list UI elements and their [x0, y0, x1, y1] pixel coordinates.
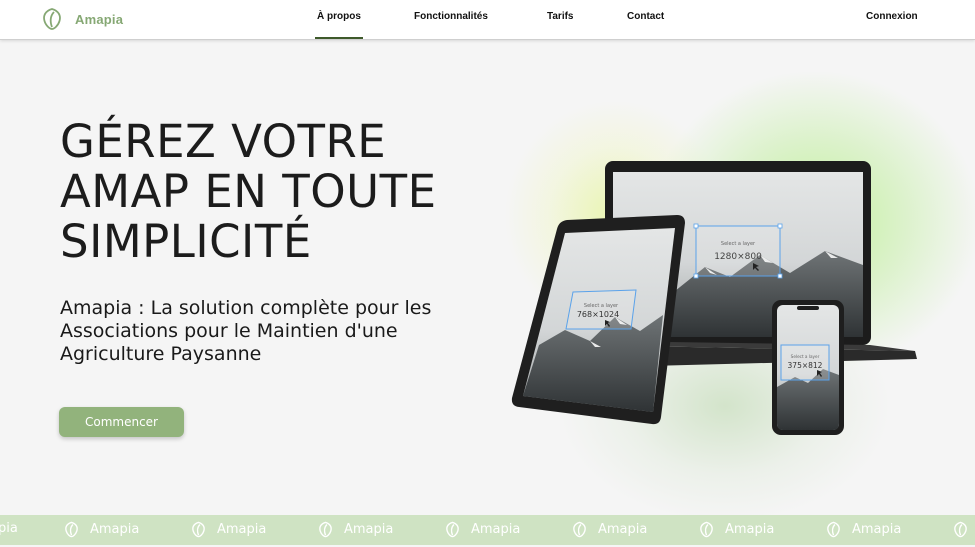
phone-mockup: Select a layer 375×812	[772, 300, 844, 435]
hero-subtitle-line: Agriculture Paysanne	[60, 343, 262, 365]
leaf-icon	[446, 521, 459, 538]
login-link[interactable]: Connexion	[866, 11, 918, 22]
nav-link-contact[interactable]: Contact	[627, 11, 664, 22]
leaf-icon	[954, 521, 967, 538]
hero-title-line: GÉREZ VOTRE	[60, 115, 387, 168]
marquee-label: Amapia	[471, 522, 521, 537]
marquee-label: Amapia	[852, 522, 902, 537]
marquee-item: Amapia	[571, 521, 647, 538]
marquee-item: Amapia	[825, 521, 901, 538]
devices-mockup: Select a layer 1280×800 Select a layer 7…	[511, 161, 917, 435]
marquee-item: pia	[0, 521, 18, 536]
laptop-layer-label: Select a layer	[721, 241, 756, 247]
marquee-label: Amapia	[90, 522, 140, 537]
hero-title: GÉREZ VOTRE AMAP EN TOUTE SIMPLICITÉ	[60, 117, 500, 267]
marquee-item: Amapia	[444, 521, 520, 538]
marquee-item: Amapia	[190, 521, 266, 538]
marquee-item: Amapia	[698, 521, 774, 538]
top-navbar: Amapia À propos Fonctionnalités Tarifs C…	[0, 0, 975, 40]
marquee-item: Amapia	[63, 521, 139, 538]
hero-subtitle-line: Associations pour le Maintien d'une	[60, 320, 398, 342]
marquee-label: Amapia	[725, 522, 775, 537]
marquee-label: Amapia	[598, 522, 648, 537]
nav-link-a-propos[interactable]: À propos	[315, 11, 363, 39]
hero-subtitle: Amapia : La solution complète pour les A…	[60, 297, 480, 366]
tablet-layer-label: Select a layer	[584, 303, 619, 309]
marquee-label: Amapia	[217, 522, 267, 537]
start-button[interactable]: Commencer	[59, 407, 184, 437]
brand-marquee: pia Amapia Amapia Amapia Amapia Amapia A…	[0, 515, 975, 545]
leaf-icon	[827, 521, 840, 538]
leaf-icon	[43, 8, 61, 30]
phone-size-label: 375×812	[788, 361, 823, 370]
phone-layer-label: Select a layer	[791, 354, 820, 359]
leaf-icon	[192, 521, 205, 538]
tablet-size-label: 768×1024	[577, 310, 619, 319]
nav-link-tarifs[interactable]: Tarifs	[547, 11, 574, 22]
marquee-label: Amapia	[344, 522, 394, 537]
nav-link-fonctionnalites[interactable]: Fonctionnalités	[414, 11, 488, 22]
brand-name: Amapia	[75, 11, 124, 27]
marquee-item: Amapia	[317, 521, 393, 538]
hero-title-line: AMAP EN TOUTE	[60, 165, 437, 218]
laptop-size-label: 1280×800	[714, 252, 762, 262]
marquee-label: pia	[0, 521, 18, 536]
tablet-mockup: Select a layer 768×1024	[511, 215, 685, 425]
leaf-icon	[573, 521, 586, 538]
hero-subtitle-line: Amapia : La solution complète pour les	[60, 297, 432, 319]
leaf-icon	[700, 521, 713, 538]
leaf-icon	[65, 521, 78, 538]
marquee-item	[952, 521, 969, 538]
hero-title-line: SIMPLICITÉ	[60, 215, 312, 268]
brand[interactable]: Amapia	[40, 7, 123, 31]
leaf-icon	[319, 521, 332, 538]
